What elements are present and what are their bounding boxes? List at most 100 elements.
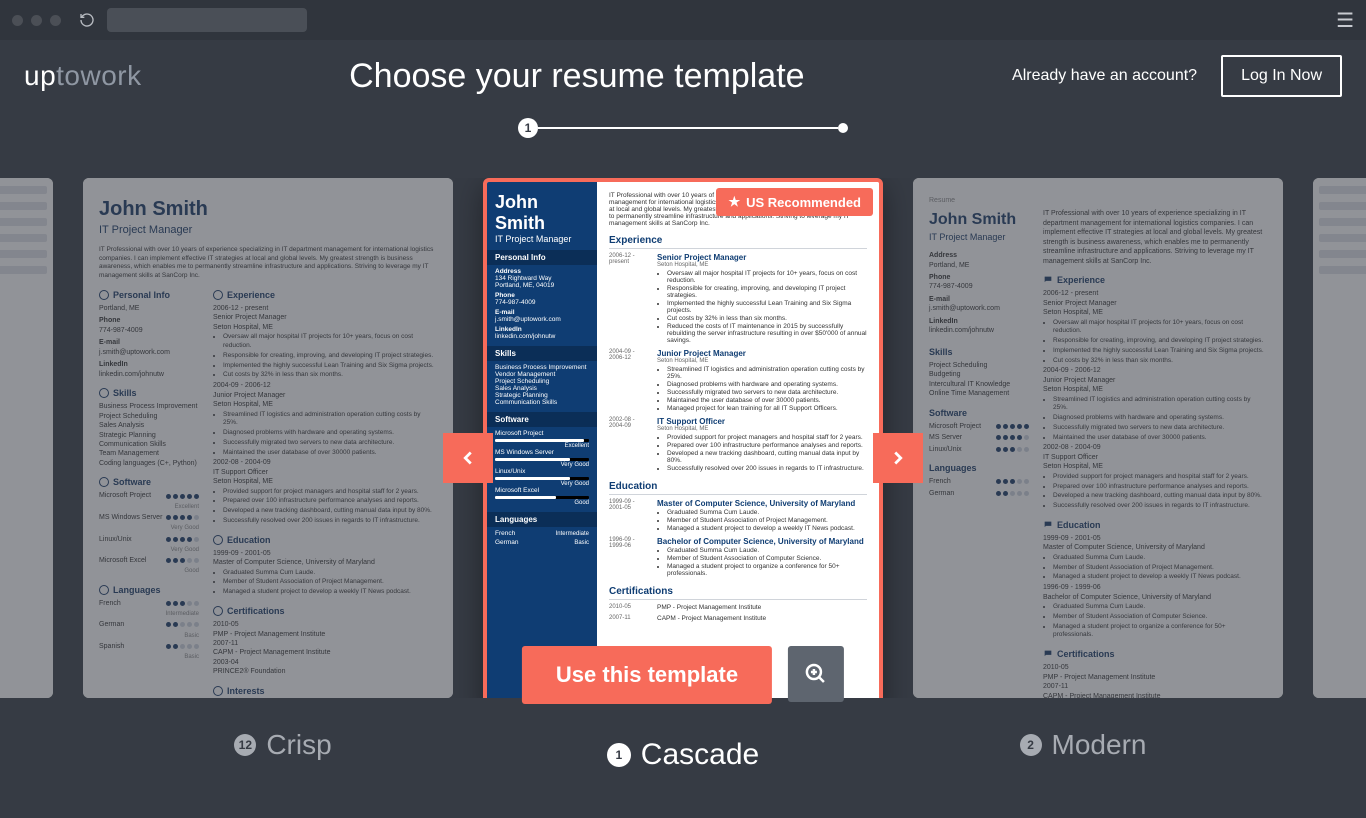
cert-row: 2007-11CAPM - Project Management Institu… [609, 615, 867, 622]
step-end [838, 123, 848, 133]
resume-name: John Smith [99, 196, 437, 223]
m-a-h: Address [929, 251, 1029, 260]
rp-cert: Certifications [609, 586, 867, 600]
template-edge-right[interactable] [1313, 178, 1366, 698]
cascade-main: IT Professional with over 10 years of ex… [597, 182, 879, 698]
edu-row: 1999-09 - 2001-05Master of Computer Scie… [1043, 534, 1267, 582]
m-sk: Skills [929, 346, 1029, 358]
cert-row: 2007-11CAPM - Project Management Institu… [1043, 682, 1267, 698]
m-role: IT Project Manager [929, 231, 1029, 243]
cert-row: 2010-05PMP - Project Management Institut… [1043, 663, 1267, 682]
page-title: Choose your resume template [142, 57, 1012, 96]
lp-lang: Languages [487, 512, 597, 527]
resume-label: Resume [929, 196, 1267, 205]
window-dot-min[interactable] [31, 15, 42, 26]
resume-role: IT Project Manager [99, 223, 437, 238]
label-cascade[interactable]: 1 Cascade [503, 738, 863, 772]
logo-up: up [24, 60, 56, 92]
c-role: IT Project Manager [495, 234, 589, 244]
li: linkedin.com/johnutw [99, 370, 199, 379]
template-card-cascade[interactable]: ★ US Recommended John Smith IT Project M… [483, 178, 883, 698]
email: j.smith@uptowork.com [99, 348, 199, 357]
num-crisp: 12 [234, 734, 256, 756]
lp-personal: Personal Info [487, 250, 597, 265]
star-icon: ★ [728, 194, 740, 210]
sec-lang: Languages [113, 584, 161, 596]
lp-li-h: LinkedIn [495, 326, 522, 333]
url-bar[interactable] [107, 8, 307, 32]
sec-cert: Certifications [227, 605, 285, 617]
m-p: 774-987-4009 [929, 282, 1029, 291]
reload-icon[interactable] [77, 10, 97, 30]
job-row: 2006-12 - presentSenior Project ManagerS… [213, 304, 437, 380]
carousel-next-button[interactable] [873, 433, 923, 483]
lp-em-h: E-mail [495, 309, 515, 316]
m-ct: Certifications [1057, 648, 1115, 660]
window-controls [12, 15, 61, 26]
m-l: linkedin.com/johnutw [929, 326, 1029, 335]
m-edu: Education [1057, 519, 1101, 531]
addr: Portland, ME [99, 304, 199, 313]
cert-row: 2007-11CAPM - Project Management Institu… [213, 639, 437, 658]
use-template-button[interactable]: Use this template [522, 646, 772, 704]
logo[interactable]: uptowork [24, 60, 142, 92]
job-row: 2006-12 - presentSenior Project ManagerS… [1043, 289, 1267, 365]
zoom-in-icon [804, 662, 828, 686]
rp-exp: Experience [609, 235, 867, 249]
txt-crisp: Crisp [266, 729, 331, 761]
job-row: 2002-08 - 2004-09IT Support OfficerSeton… [213, 458, 437, 525]
template-carousel: John Smith IT Project Manager IT Profess… [0, 178, 1366, 738]
sec-int: Interests [227, 685, 265, 697]
browser-chrome: ☰ [0, 0, 1366, 40]
account-question: Already have an account? [1012, 67, 1197, 85]
carousel-prev-button[interactable] [443, 433, 493, 483]
window-dot-max[interactable] [50, 15, 61, 26]
lp-ph-h: Phone [495, 292, 515, 299]
login-button[interactable]: Log In Now [1221, 55, 1342, 97]
us-badge-label: US Recommended [746, 195, 861, 210]
lp-addr-h: Address [495, 268, 521, 275]
m-addr: Portland, ME [929, 261, 1029, 270]
c-name: John Smith [495, 192, 589, 234]
cert-row: 2010-05PMP - Project Management Institut… [609, 604, 867, 611]
logo-work: work [81, 60, 142, 92]
cert-row: 2010-05PMP - Project Management Institut… [213, 620, 437, 639]
job-row: 2002-08 - 2004-09IT Support OfficerSeton… [609, 417, 867, 473]
m-name: John Smith [929, 209, 1029, 231]
step-1[interactable]: 1 [518, 118, 538, 138]
m-e: j.smith@uptowork.com [929, 304, 1029, 313]
m-sw-h: Software [929, 407, 1029, 419]
edu-row: 1996-09 - 1999-06Bachelor of Computer Sc… [1043, 583, 1267, 640]
speech-icon [1043, 275, 1053, 285]
label-modern[interactable]: 2 Modern [903, 718, 1263, 772]
phone-h: Phone [99, 316, 199, 325]
job-row: 2004-09 - 2006-12Junior Project ManagerS… [609, 349, 867, 413]
chevron-left-icon [457, 447, 479, 469]
label-crisp[interactable]: 12 Crisp [103, 718, 463, 772]
template-card-modern[interactable]: Resume John Smith IT Project Manager Add… [913, 178, 1283, 698]
template-card-crisp[interactable]: John Smith IT Project Manager IT Profess… [83, 178, 453, 698]
step-line [538, 127, 838, 129]
job-row: 2006-12 - presentSenior Project ManagerS… [609, 253, 867, 345]
m-p-h: Phone [929, 273, 1029, 282]
sec-skills: Skills [113, 387, 137, 399]
edu-row: 1999-09 - 2001-05Master of Computer Scie… [609, 499, 867, 533]
txt-modern: Modern [1052, 729, 1147, 761]
email-h: E-mail [99, 338, 199, 347]
li-h: LinkedIn [99, 360, 199, 369]
sec-edu: Education [227, 534, 271, 546]
m-l-h: LinkedIn [929, 317, 1029, 326]
progress-steps: 1 [0, 118, 1366, 138]
window-dot-close[interactable] [12, 15, 23, 26]
sec-personal: Personal Info [113, 289, 170, 301]
zoom-button[interactable] [788, 646, 844, 702]
sec-software: Software [113, 476, 151, 488]
menu-icon[interactable]: ☰ [1336, 8, 1354, 33]
template-edge-left[interactable] [0, 178, 53, 698]
resume-summary: IT Professional with over 10 years of ex… [99, 246, 437, 281]
speech-icon [1043, 520, 1053, 530]
cascade-sidebar: John Smith IT Project Manager Personal I… [487, 182, 597, 698]
num-modern: 2 [1020, 734, 1042, 756]
lp-ph: 774-987-4009 [495, 299, 535, 306]
job-row: 2004-09 - 2006-12Junior Project ManagerS… [1043, 366, 1267, 442]
